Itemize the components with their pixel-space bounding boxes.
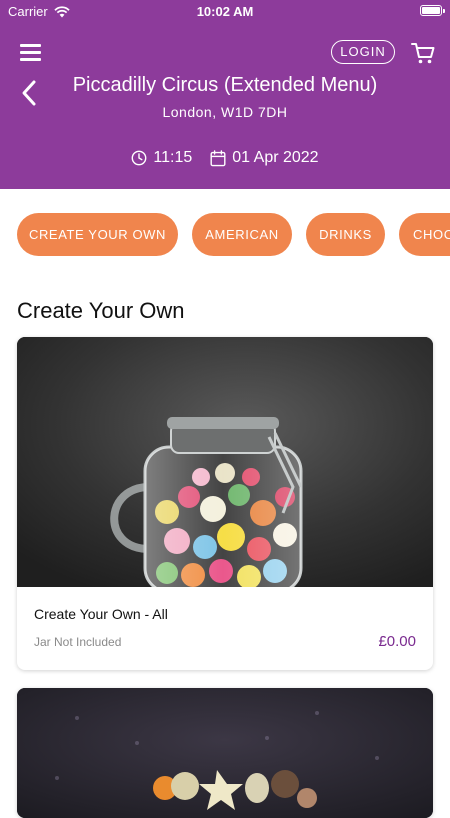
product-image — [17, 337, 433, 587]
product-card[interactable]: Create Your Own - All Jar Not Included £… — [17, 337, 433, 670]
cart-icon[interactable] — [410, 40, 436, 66]
category-create-your-own[interactable]: CREATE YOUR OWN — [17, 213, 178, 256]
product-card[interactable] — [17, 688, 433, 818]
clock-icon — [132, 150, 147, 166]
category-drinks[interactable]: DRINKS — [306, 213, 385, 256]
product-name: Create Your Own - All — [34, 606, 168, 622]
product-image — [17, 688, 433, 818]
collection-info: 11:15 01 Apr 2022 — [0, 149, 450, 167]
date-selector[interactable]: 01 Apr 2022 — [210, 149, 319, 167]
battery-icon — [420, 5, 445, 16]
product-note: Jar Not Included — [34, 635, 122, 649]
status-bar: Carrier 10:02 AM — [0, 0, 450, 24]
time-selector[interactable]: 11:15 — [131, 149, 192, 167]
section-title: Create Your Own — [17, 298, 185, 323]
product-price: £0.00 — [378, 633, 416, 650]
status-time: 10:02 AM — [196, 4, 254, 19]
category-tabs: CREATE YOUR OWN AMERICAN DRINKS CHOC — [0, 213, 450, 257]
login-button[interactable]: LOGIN — [331, 40, 395, 64]
category-choc[interactable]: CHOC — [399, 213, 450, 256]
category-american[interactable]: AMERICAN — [192, 213, 292, 256]
page-subtitle: London, W1D 7DH — [162, 104, 288, 120]
collection-time: 11:15 — [153, 149, 193, 166]
menu-icon[interactable] — [20, 44, 41, 61]
collection-date: 01 Apr 2022 — [232, 149, 319, 166]
calendar-icon — [210, 149, 226, 166]
app-header: Carrier 10:02 AM LOGIN Piccadilly Circus… — [0, 0, 450, 189]
page-title: Piccadilly Circus (Extended Menu) — [72, 74, 378, 96]
